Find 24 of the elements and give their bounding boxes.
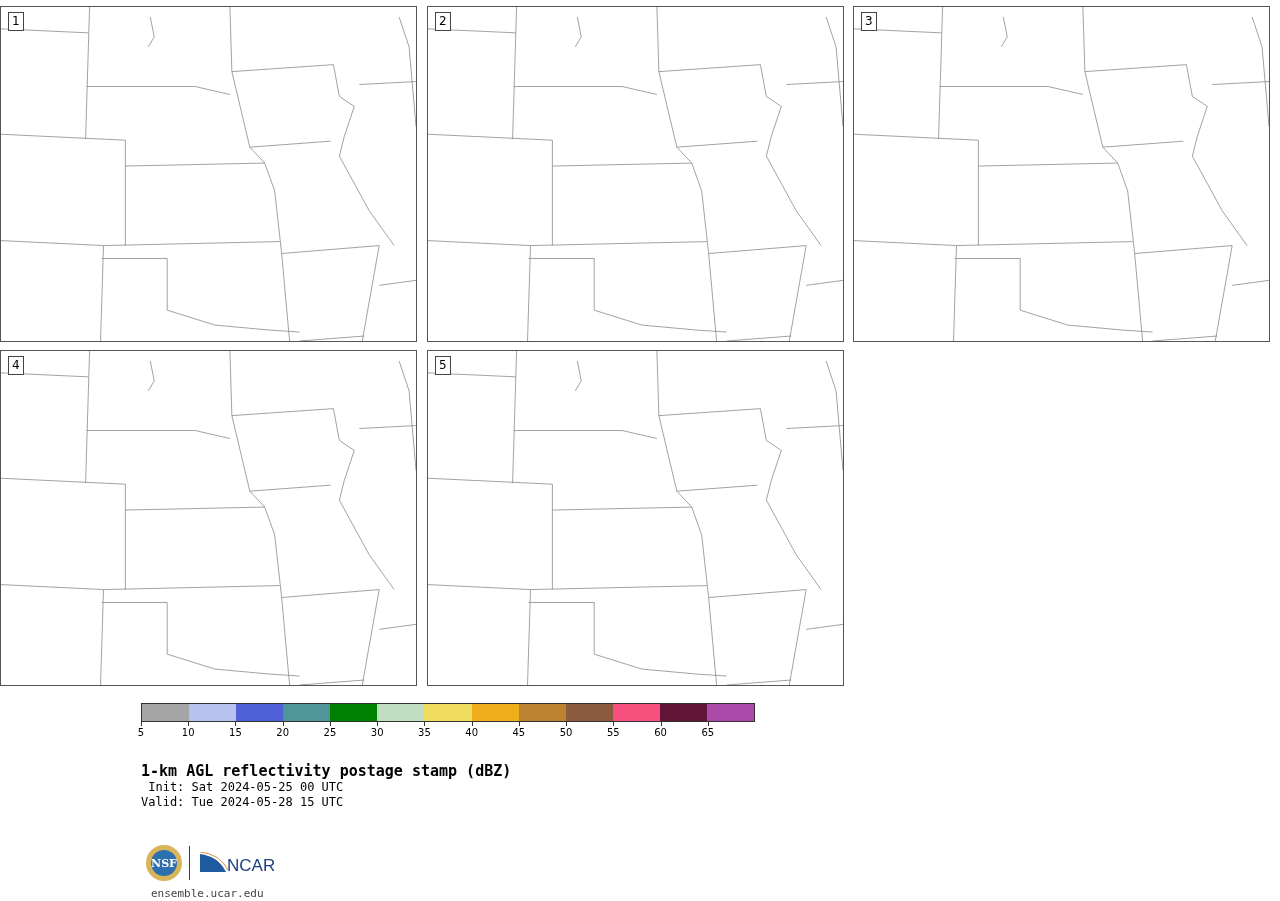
website-url: ensemble.ucar.edu <box>151 887 265 900</box>
panel-number: 2 <box>435 12 451 31</box>
nsf-logo: NSF <box>145 844 183 882</box>
panel-number: 1 <box>8 12 24 31</box>
chart-title: 1-km AGL reflectivity postage stamp (dBZ) <box>141 763 513 780</box>
tick-label: 45 <box>512 727 526 739</box>
tick-label: 5 <box>137 727 145 739</box>
tick-label: 10 <box>181 727 195 739</box>
panel-number: 5 <box>435 356 451 375</box>
panel-number: 4 <box>8 356 24 375</box>
tick-label: 20 <box>276 727 290 739</box>
tick-label: 60 <box>654 727 667 739</box>
ncar-logo: NCAR <box>200 852 274 874</box>
tick-label: 40 <box>465 727 478 739</box>
tick-label: 15 <box>229 727 242 739</box>
panel-number: 3 <box>861 12 877 31</box>
tick-label: 55 <box>607 727 620 739</box>
info-line: Valid: Tue 2024-05-28 15 UTC <box>141 795 345 810</box>
info-line: Init: Sat 2024-05-25 00 UTC <box>147 780 345 795</box>
tick-label: 65 <box>701 727 715 739</box>
tick-label: 25 <box>323 727 337 739</box>
tick-label: 30 <box>370 727 384 739</box>
tick-label: 35 <box>418 727 431 739</box>
tick-label: 50 <box>559 727 573 739</box>
